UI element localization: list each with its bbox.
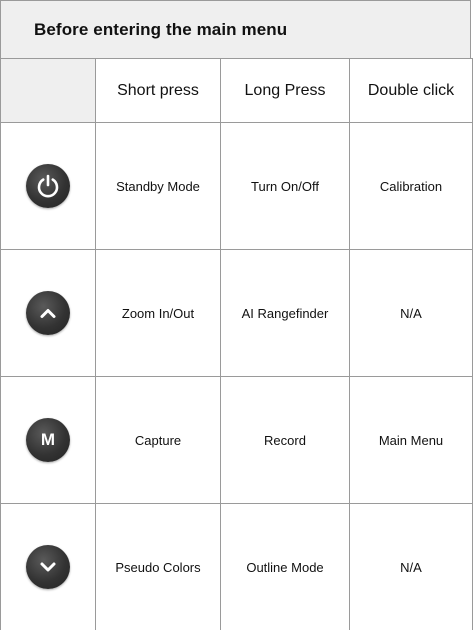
header-row: Short press Long Press Double click	[0, 58, 473, 123]
double-click-cell: Main Menu	[349, 376, 473, 504]
long-press-cell: AI Rangefinder	[220, 249, 350, 377]
table-row: Standby Mode Turn On/Off Calibration	[0, 122, 473, 250]
icon-cell	[0, 503, 96, 630]
icon-cell: M	[0, 376, 96, 504]
header-double-click: Double click	[349, 58, 473, 123]
chevron-down-icon	[26, 545, 70, 589]
button-operations-table: Short press Long Press Double click Stan…	[0, 58, 473, 630]
header-long-press: Long Press	[220, 58, 350, 123]
icon-cell	[0, 249, 96, 377]
header-short-press: Short press	[95, 58, 221, 123]
m-button-icon: M	[26, 418, 70, 462]
table-title-bar: Before entering the main menu	[0, 0, 471, 58]
table-row: Pseudo Colors Outline Mode N/A	[0, 503, 473, 630]
table-title: Before entering the main menu	[34, 20, 288, 39]
double-click-cell: N/A	[349, 503, 473, 630]
short-press-cell: Standby Mode	[95, 122, 221, 250]
icon-cell	[0, 122, 96, 250]
short-press-cell: Capture	[95, 376, 221, 504]
short-press-cell: Zoom In/Out	[95, 249, 221, 377]
table-row: Zoom In/Out AI Rangefinder N/A	[0, 249, 473, 377]
chevron-up-icon	[26, 291, 70, 335]
header-corner-cell	[0, 58, 96, 123]
double-click-cell: Calibration	[349, 122, 473, 250]
long-press-cell: Outline Mode	[220, 503, 350, 630]
m-button-letter: M	[40, 430, 56, 449]
power-icon	[26, 164, 70, 208]
button-operation-sheet: Before entering the main menu Short pres…	[0, 0, 473, 642]
double-click-cell: N/A	[349, 249, 473, 377]
short-press-cell: Pseudo Colors	[95, 503, 221, 630]
long-press-cell: Record	[220, 376, 350, 504]
long-press-cell: Turn On/Off	[220, 122, 350, 250]
table-row: M Capture Record Main Menu	[0, 376, 473, 504]
